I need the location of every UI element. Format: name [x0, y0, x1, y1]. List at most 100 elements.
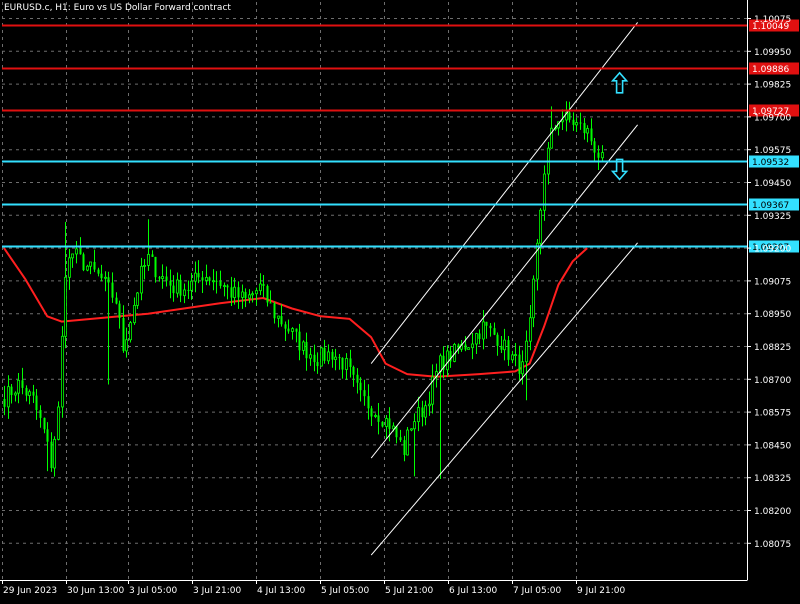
channel-layer[interactable] [370, 22, 638, 556]
candle-body-down [485, 321, 488, 326]
candle-body-down [349, 358, 352, 367]
candle [583, 118, 586, 140]
moving-average-line [3, 247, 588, 378]
candle-body-down [201, 277, 204, 281]
candle [320, 346, 323, 367]
candle [331, 349, 334, 368]
candle-body-down [489, 325, 492, 329]
candle-body-down [32, 391, 35, 396]
y-tick-label: 1.10075 [754, 15, 791, 25]
candle [287, 319, 290, 334]
candle [17, 373, 20, 404]
levels-layer[interactable]: 1.10049 1.09886 1.09727 1.09532 1.09367 1.092… [2, 19, 799, 254]
candle-body-up [320, 347, 323, 367]
support-level[interactable]: 1.09532 [2, 155, 799, 169]
arrow-up-icon[interactable] [610, 71, 629, 94]
candle [565, 101, 568, 132]
candle-body-up [64, 276, 67, 337]
resistance-level[interactable]: 1.09727 [2, 104, 799, 118]
candle-body-down [367, 396, 370, 409]
candle [406, 427, 409, 456]
candle-body-down [341, 357, 344, 370]
arrows-layer[interactable] [610, 71, 629, 181]
candle [547, 142, 550, 185]
candle-body-down [284, 324, 287, 329]
candle-body-up [161, 276, 164, 279]
candle-body-down [230, 287, 233, 298]
candle [97, 267, 100, 277]
support-level[interactable]: 1.09367 [2, 198, 799, 212]
candle [298, 323, 301, 361]
candle [302, 340, 305, 355]
candle [471, 333, 474, 360]
candle [183, 283, 186, 304]
candle-body-down [493, 328, 496, 335]
y-tick-label: 1.08325 [754, 474, 791, 484]
candle [61, 326, 64, 418]
candle-body-up [428, 403, 431, 407]
candle-body-up [503, 339, 506, 351]
candle [532, 275, 535, 328]
x-tick-label: 9 Jul 21:00 [577, 586, 626, 596]
candle-body-down [93, 261, 96, 270]
candle-body-up [514, 354, 517, 356]
chart-canvas[interactable]: 1.10049 1.09886 1.09727 1.09532 1.09367 1.092… [0, 0, 800, 600]
candle-body-up [385, 418, 388, 427]
candle [21, 367, 24, 395]
candle-body-down [158, 277, 161, 279]
candle-body-down [197, 273, 200, 278]
channel-line-1[interactable] [370, 22, 638, 364]
resistance-level[interactable]: 1.09886 [2, 62, 799, 76]
candle [395, 425, 398, 444]
y-tick-label: 1.08825 [754, 343, 791, 353]
y-tick-label: 1.08700 [754, 376, 791, 386]
candle-body-down [219, 280, 222, 286]
candle [370, 405, 373, 426]
candle-body-up [68, 257, 71, 278]
candle-body-down [507, 340, 510, 360]
candle-body-down [478, 333, 481, 339]
channel-line-3[interactable] [370, 242, 638, 556]
candle-body-up [140, 265, 143, 294]
candle [115, 292, 118, 305]
candle-body-down [572, 119, 575, 125]
candle-body-down [262, 283, 265, 286]
candle [111, 272, 114, 303]
candle-body-up [147, 253, 150, 266]
candle-body-down [421, 407, 424, 418]
candle [28, 389, 31, 405]
resistance-level[interactable]: 1.10049 [2, 19, 799, 33]
candle-body-down [151, 254, 154, 257]
candle [259, 273, 262, 296]
candle-body-up [327, 351, 330, 362]
candle [68, 248, 71, 290]
candle-body-up [71, 253, 74, 259]
channel-line-2[interactable] [370, 124, 638, 459]
candle [10, 384, 13, 404]
candle-body-up [259, 283, 262, 292]
y-tick-label: 1.08575 [754, 409, 791, 419]
candle-body-up [539, 209, 542, 244]
price-chart[interactable]: 1.10049 1.09886 1.09727 1.09532 1.09367 1.092… [0, 0, 800, 600]
candle-body-down [381, 421, 384, 427]
candle-body-up [183, 289, 186, 297]
candle-body-up [601, 152, 604, 159]
candle [313, 344, 316, 372]
candle [251, 291, 254, 303]
candle-body-up [525, 340, 528, 363]
candle-body-down [118, 303, 121, 319]
candle [381, 421, 384, 428]
candle-body-up [334, 356, 337, 360]
candle-body-down [273, 303, 276, 319]
candle [151, 250, 154, 257]
candle-body-up [190, 280, 193, 291]
candle-body-down [363, 390, 366, 397]
candle [172, 275, 175, 302]
candle [219, 270, 222, 289]
candle-body-down [111, 282, 114, 298]
candle [248, 289, 251, 304]
candle [316, 352, 319, 374]
candle-body-up [14, 392, 17, 396]
candles-layer [3, 101, 604, 480]
support-level[interactable]: 1.09207 [2, 240, 799, 254]
